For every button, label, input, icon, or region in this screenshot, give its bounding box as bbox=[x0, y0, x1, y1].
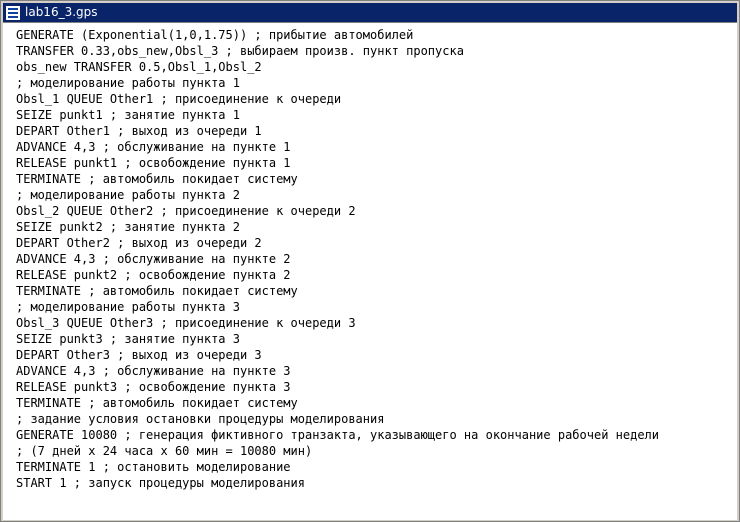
code-line[interactable]: ; моделирование работы пункта 2 bbox=[16, 187, 659, 203]
code-line[interactable]: ADVANCE 4,3 ; обслуживание на пункте 3 bbox=[16, 363, 659, 379]
code-line[interactable]: TRANSFER 0.33,obs_new,Obsl_3 ; выбираем … bbox=[16, 43, 659, 59]
document-icon[interactable] bbox=[6, 5, 20, 20]
code-line[interactable]: Obsl_1 QUEUE Other1 ; присоединение к оч… bbox=[16, 91, 659, 107]
code-line[interactable]: ; моделирование работы пункта 3 bbox=[16, 299, 659, 315]
code-line[interactable]: DEPART Other1 ; выход из очереди 1 bbox=[16, 123, 659, 139]
code-line[interactable]: Obsl_2 QUEUE Other2 ; присоединение к оч… bbox=[16, 203, 659, 219]
code-line[interactable]: SEIZE punkt3 ; занятие пункта 3 bbox=[16, 331, 659, 347]
code-line[interactable]: RELEASE punkt2 ; освобождение пункта 2 bbox=[16, 267, 659, 283]
code-line[interactable]: SEIZE punkt1 ; занятие пункта 1 bbox=[16, 107, 659, 123]
code-line[interactable]: TERMINATE ; автомобиль покидает систему bbox=[16, 283, 659, 299]
code-line[interactable]: ; (7 дней x 24 часа x 60 мин = 10080 мин… bbox=[16, 443, 659, 459]
title-bar[interactable]: lab16_3.gps bbox=[3, 3, 737, 22]
code-editor[interactable]: GENERATE (Exponential(1,0,1.75)) ; прибы… bbox=[3, 22, 737, 520]
code-line[interactable]: TERMINATE ; автомобиль покидает систему bbox=[16, 171, 659, 187]
code-line[interactable]: obs_new TRANSFER 0.5,Obsl_1,Obsl_2 bbox=[16, 59, 659, 75]
code-line[interactable]: RELEASE punkt1 ; освобождение пункта 1 bbox=[16, 155, 659, 171]
code-line[interactable]: SEIZE punkt2 ; занятие пункта 2 bbox=[16, 219, 659, 235]
code-line[interactable]: TERMINATE 1 ; остановить моделирование bbox=[16, 459, 659, 475]
code-text-area[interactable]: GENERATE (Exponential(1,0,1.75)) ; прибы… bbox=[16, 27, 659, 491]
code-line[interactable]: GENERATE 10080 ; генерация фиктивного тр… bbox=[16, 427, 659, 443]
code-line[interactable]: ; задание условия остановки процедуры мо… bbox=[16, 411, 659, 427]
code-line[interactable]: ADVANCE 4,3 ; обслуживание на пункте 2 bbox=[16, 251, 659, 267]
code-line[interactable]: DEPART Other2 ; выход из очереди 2 bbox=[16, 235, 659, 251]
code-line[interactable]: RELEASE punkt3 ; освобождение пункта 3 bbox=[16, 379, 659, 395]
editor-window: lab16_3.gps GENERATE (Exponential(1,0,1.… bbox=[0, 0, 740, 522]
code-line[interactable]: ADVANCE 4,3 ; обслуживание на пункте 1 bbox=[16, 139, 659, 155]
code-line[interactable]: Obsl_3 QUEUE Other3 ; присоединение к оч… bbox=[16, 315, 659, 331]
code-line[interactable]: DEPART Other3 ; выход из очереди 3 bbox=[16, 347, 659, 363]
code-line[interactable]: ; моделирование работы пункта 1 bbox=[16, 75, 659, 91]
code-line[interactable]: START 1 ; запуск процедуры моделирования bbox=[16, 475, 659, 491]
window-title: lab16_3.gps bbox=[25, 5, 98, 19]
code-line[interactable]: TERMINATE ; автомобиль покидает систему bbox=[16, 395, 659, 411]
code-line[interactable]: GENERATE (Exponential(1,0,1.75)) ; прибы… bbox=[16, 27, 659, 43]
